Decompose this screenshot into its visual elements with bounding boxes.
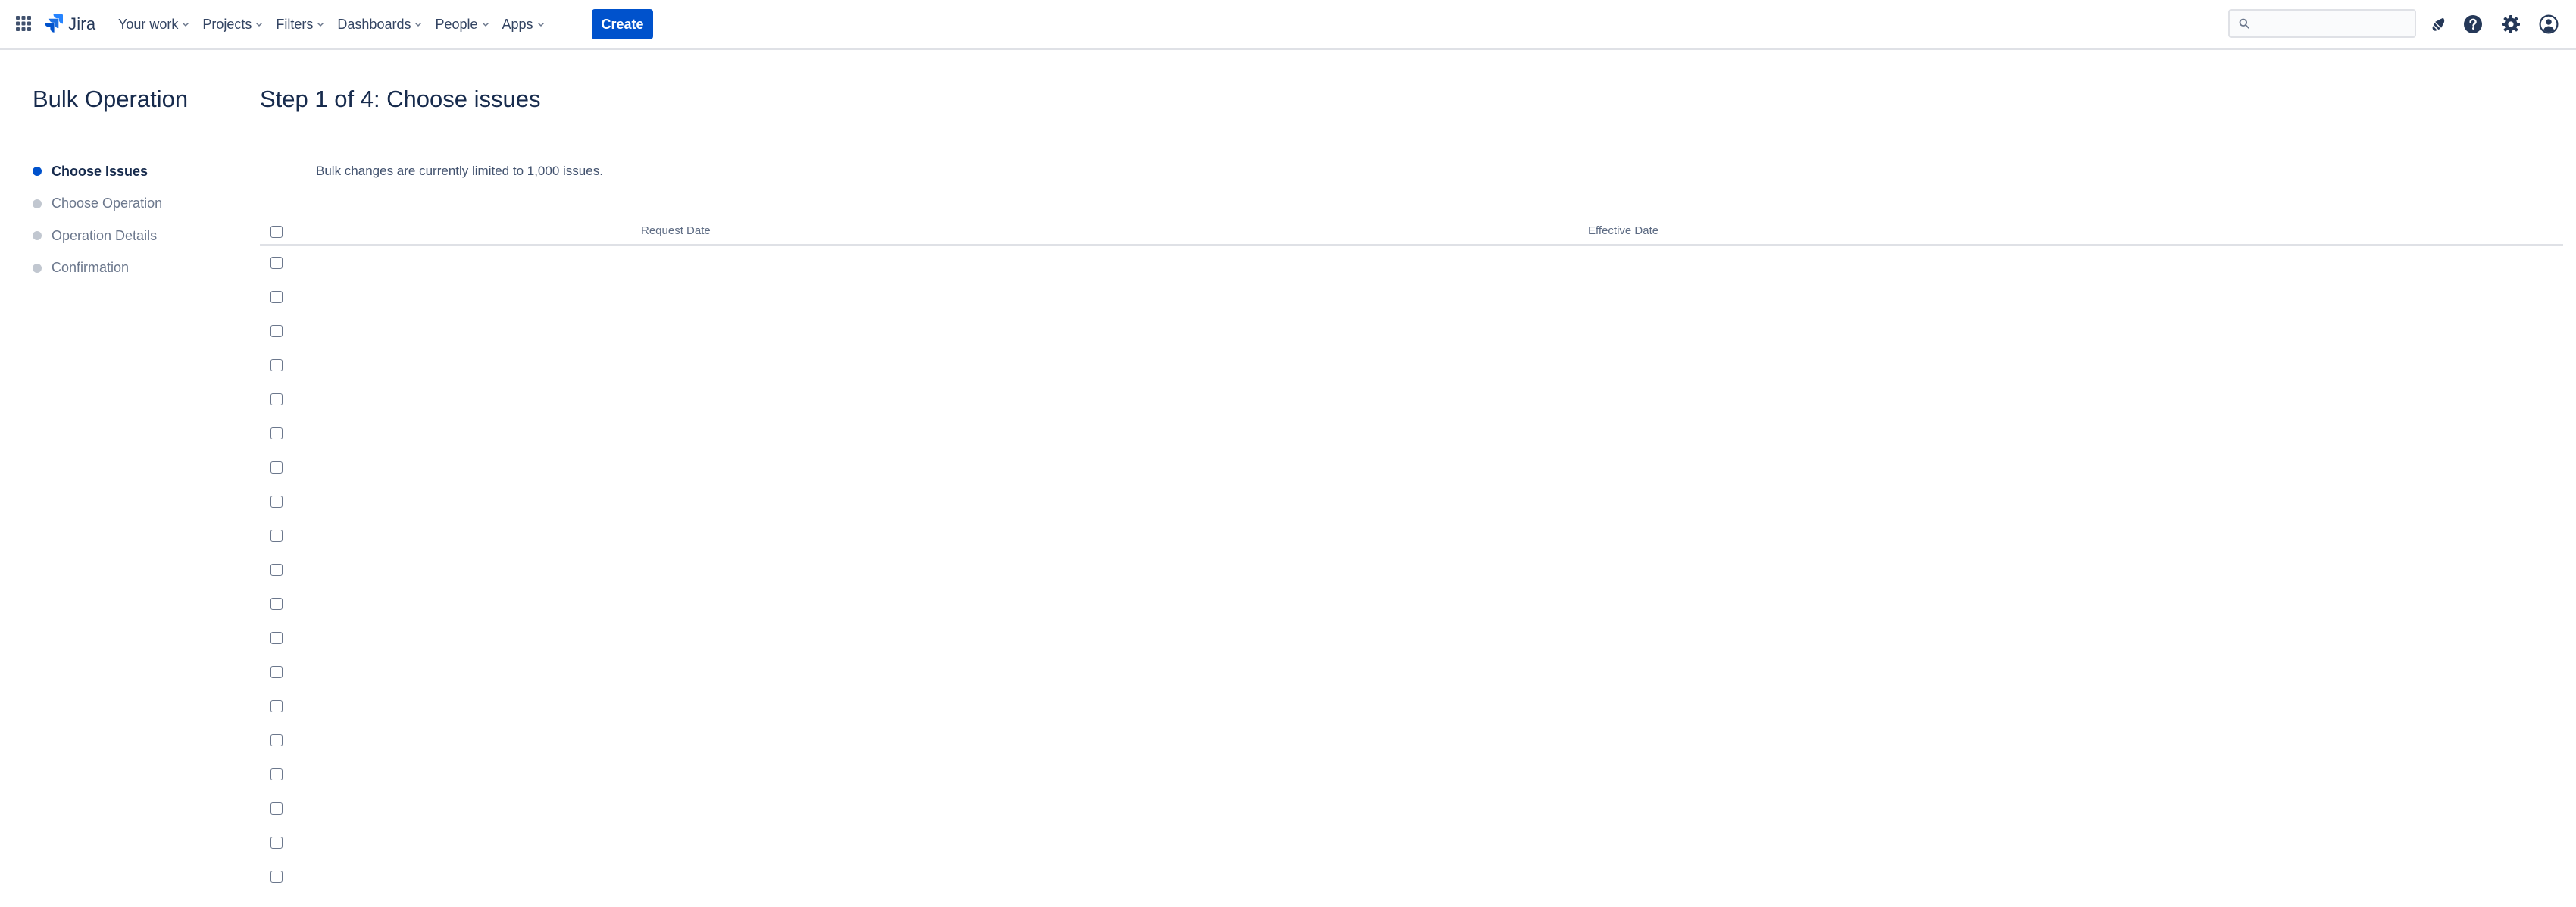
nav-dashboards[interactable]: Dashboards [331,11,429,38]
help-icon[interactable] [2462,14,2484,35]
table-row [260,530,2563,542]
page-title: Step 1 of 4: Choose issues [260,86,541,112]
row-select-checkbox[interactable] [270,837,283,849]
step-confirmation: Confirmation [33,252,162,285]
row-select-checkbox[interactable] [270,530,283,542]
step-choose-operation: Choose Operation [33,188,162,220]
nav-your-work-label: Your work [118,16,179,32]
table-row [260,461,2563,474]
row-select-checkbox[interactable] [270,325,283,337]
table-row [260,325,2563,337]
jira-logo-icon [44,13,64,36]
step-choose-issues: Choose Issues [33,155,162,188]
row-select-checkbox[interactable] [270,564,283,576]
step-label: Choose Operation [52,195,163,211]
nav-dashboards-label: Dashboards [337,16,411,32]
search-icon [2239,18,2249,29]
row-select-checkbox[interactable] [270,871,283,883]
nav-apps[interactable]: Apps [496,11,552,38]
step-indicator [33,231,42,241]
table-row [260,257,2563,269]
bulk-limit-notice: Bulk changes are currently limited to 1,… [316,164,603,178]
chevron-down-icon [537,22,544,27]
table-row [260,802,2563,815]
table-row [260,666,2563,678]
nav-people-label: People [435,16,478,32]
step-operation-details: Operation Details [33,220,162,252]
row-select-checkbox[interactable] [270,768,283,780]
nav-people[interactable]: People [429,11,496,38]
row-select-checkbox[interactable] [270,700,283,712]
step-label: Choose Issues [52,163,148,179]
table-row [260,564,2563,576]
column-header-effective-date: Effective Date [1588,224,1659,237]
sidebar-title: Bulk Operation [33,86,189,112]
chevron-down-icon [482,22,489,27]
nav-filters[interactable]: Filters [270,11,331,38]
bulk-operation-steps: Choose Issues Choose Operation Operation… [33,155,162,284]
chevron-down-icon [317,22,324,27]
step-label: Operation Details [52,227,158,243]
row-select-checkbox[interactable] [270,257,283,269]
search-input[interactable] [2256,14,2410,35]
nav-apps-label: Apps [502,16,533,32]
table-row [260,291,2563,303]
primary-menu: Your work Projects Filters Dashboards Pe… [112,11,552,38]
row-select-checkbox[interactable] [270,802,283,815]
issues-table-header: Request Date Effective Date [260,218,2563,246]
step-label: Confirmation [52,260,130,276]
table-row [260,700,2563,712]
product-name: Jira [68,14,96,33]
row-select-checkbox[interactable] [270,734,283,746]
select-all-checkbox[interactable] [270,226,283,238]
table-row [260,871,2563,883]
row-select-checkbox[interactable] [270,461,283,474]
create-button[interactable]: Create [592,9,653,39]
step-indicator [33,199,42,208]
table-row [260,768,2563,780]
nav-projects[interactable]: Projects [196,11,270,38]
search-field[interactable] [2228,9,2416,38]
chevron-down-icon [415,22,422,27]
table-row [260,837,2563,849]
table-row [260,632,2563,644]
table-row [260,598,2563,610]
row-select-checkbox[interactable] [270,291,283,303]
table-row [260,496,2563,508]
row-select-checkbox[interactable] [270,496,283,508]
nav-projects-label: Projects [202,16,252,32]
row-select-checkbox[interactable] [270,666,283,678]
chevron-down-icon [183,22,189,27]
row-select-checkbox[interactable] [270,632,283,644]
table-row [260,734,2563,746]
table-row [260,359,2563,371]
app-switcher-icon[interactable] [15,15,32,32]
row-select-checkbox[interactable] [270,359,283,371]
step-indicator [33,263,42,273]
column-header-request-date: Request Date [641,224,711,237]
profile-icon[interactable] [2538,14,2559,35]
row-select-checkbox[interactable] [270,393,283,405]
chevron-down-icon [256,22,263,27]
table-row [260,393,2563,405]
jira-logo[interactable]: Jira [44,12,95,36]
row-select-checkbox[interactable] [270,427,283,439]
nav-your-work[interactable]: Your work [112,11,196,38]
settings-icon[interactable] [2500,14,2521,35]
step-current-indicator [33,167,42,177]
nav-filters-label: Filters [276,16,314,32]
table-row [260,427,2563,439]
row-select-checkbox[interactable] [270,598,283,610]
notifications-icon[interactable] [2428,14,2449,35]
top-navigation: Jira Your work Projects Filters Dashboar… [0,0,2576,50]
